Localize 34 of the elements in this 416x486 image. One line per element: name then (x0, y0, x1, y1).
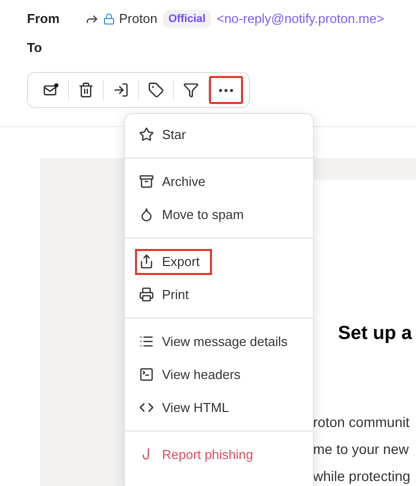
move-icon (113, 82, 129, 98)
star-icon (139, 127, 154, 142)
archive-icon (139, 174, 154, 189)
menu-item[interactable]: Report phishing (135, 442, 258, 468)
tag-icon (148, 82, 164, 98)
trash-icon (78, 82, 94, 98)
lock-icon (103, 12, 115, 25)
menu-item[interactable]: Print (135, 282, 193, 308)
menu-item[interactable]: View HTML (135, 394, 233, 420)
sender-name: Proton (119, 10, 158, 28)
sender-address[interactable]: <no-reply@notify.proton.me> (216, 9, 384, 28)
official-badge: Official (163, 10, 211, 28)
code-icon (139, 400, 154, 415)
envelope-icon (43, 82, 59, 98)
menu-item[interactable]: Export (135, 248, 212, 274)
to-label: To (27, 40, 42, 54)
menu-item[interactable]: Archive (135, 168, 210, 194)
more-button[interactable] (209, 76, 243, 104)
message-text: roton communit (313, 412, 410, 430)
list-icon (139, 334, 154, 349)
menu-item[interactable]: Star (135, 122, 190, 148)
drop-icon (139, 207, 154, 222)
from-label: From (27, 10, 60, 28)
message-text: me to your new (313, 440, 410, 458)
printer-icon (139, 287, 154, 302)
more-icon (219, 88, 233, 92)
message-heading: Set up a (337, 322, 413, 346)
message-text: while protecting (313, 466, 412, 484)
menu-item[interactable]: View message details (135, 328, 292, 354)
terminal-icon (139, 367, 154, 382)
export-icon (139, 254, 154, 269)
filter-icon (183, 82, 199, 98)
menu-item[interactable]: View headers (135, 362, 245, 388)
menu-item[interactable]: Move to spam (135, 202, 248, 228)
